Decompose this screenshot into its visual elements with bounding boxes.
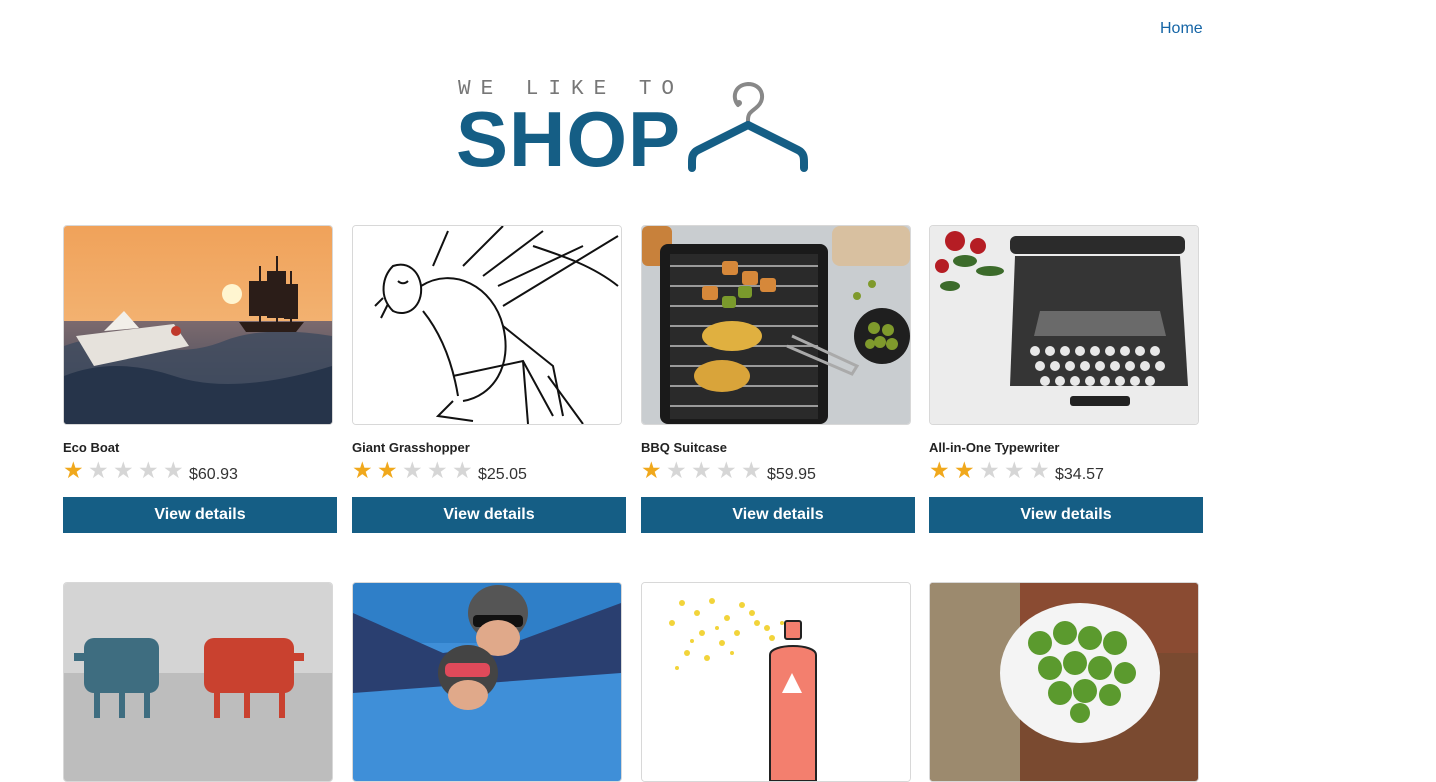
star-empty-icon: ★ [1004, 457, 1025, 483]
star-empty-icon: ★ [716, 457, 737, 483]
star-filled-icon: ★ [954, 457, 975, 483]
star-rating: ★ ★ ★ ★ ★ [352, 457, 477, 483]
product-name[interactable]: All-in-One Typewriter [929, 440, 1060, 455]
star-empty-icon: ★ [691, 457, 712, 483]
view-details-button[interactable]: View details [352, 497, 626, 533]
product-image[interactable] [352, 582, 622, 782]
star-empty-icon: ★ [741, 457, 762, 483]
product-image[interactable] [641, 582, 911, 782]
star-empty-icon: ★ [979, 457, 1000, 483]
product-price: $25.05 [478, 466, 527, 483]
star-filled-icon: ★ [63, 457, 84, 483]
star-empty-icon: ★ [452, 457, 473, 483]
product-image[interactable] [929, 582, 1199, 782]
product-image-giant-grasshopper[interactable] [352, 225, 622, 425]
star-filled-icon: ★ [352, 457, 373, 483]
star-rating: ★ ★ ★ ★ ★ [63, 457, 188, 483]
star-empty-icon: ★ [666, 457, 687, 483]
nav-home-link[interactable]: Home [1160, 20, 1203, 38]
star-empty-icon: ★ [88, 457, 109, 483]
star-empty-icon: ★ [163, 457, 184, 483]
star-empty-icon: ★ [402, 457, 423, 483]
product-image-all-in-one-typewriter[interactable] [929, 225, 1199, 425]
star-empty-icon: ★ [138, 457, 159, 483]
logo-wordmark: SHOP [456, 95, 682, 183]
product-price: $34.57 [1055, 466, 1104, 483]
star-filled-icon: ★ [377, 457, 398, 483]
product-price: $59.95 [767, 466, 816, 483]
product-price: $60.93 [189, 466, 238, 483]
product-name[interactable]: Giant Grasshopper [352, 440, 470, 455]
view-details-button[interactable]: View details [641, 497, 915, 533]
star-filled-icon: ★ [929, 457, 950, 483]
view-details-button[interactable]: View details [63, 497, 337, 533]
star-empty-icon: ★ [1029, 457, 1050, 483]
star-rating: ★ ★ ★ ★ ★ [929, 457, 1054, 483]
hanger-icon [688, 81, 808, 172]
product-image-bbq-suitcase[interactable] [641, 225, 911, 425]
star-empty-icon: ★ [427, 457, 448, 483]
star-filled-icon: ★ [641, 457, 662, 483]
site-logo[interactable]: WE LIKE TO SHOP [456, 78, 812, 178]
product-name[interactable]: BBQ Suitcase [641, 440, 727, 455]
star-empty-icon: ★ [113, 457, 134, 483]
view-details-button[interactable]: View details [929, 497, 1203, 533]
star-rating: ★ ★ ★ ★ ★ [641, 457, 766, 483]
product-name[interactable]: Eco Boat [63, 440, 119, 455]
product-image[interactable] [63, 582, 333, 782]
product-image-eco-boat[interactable] [63, 225, 333, 425]
